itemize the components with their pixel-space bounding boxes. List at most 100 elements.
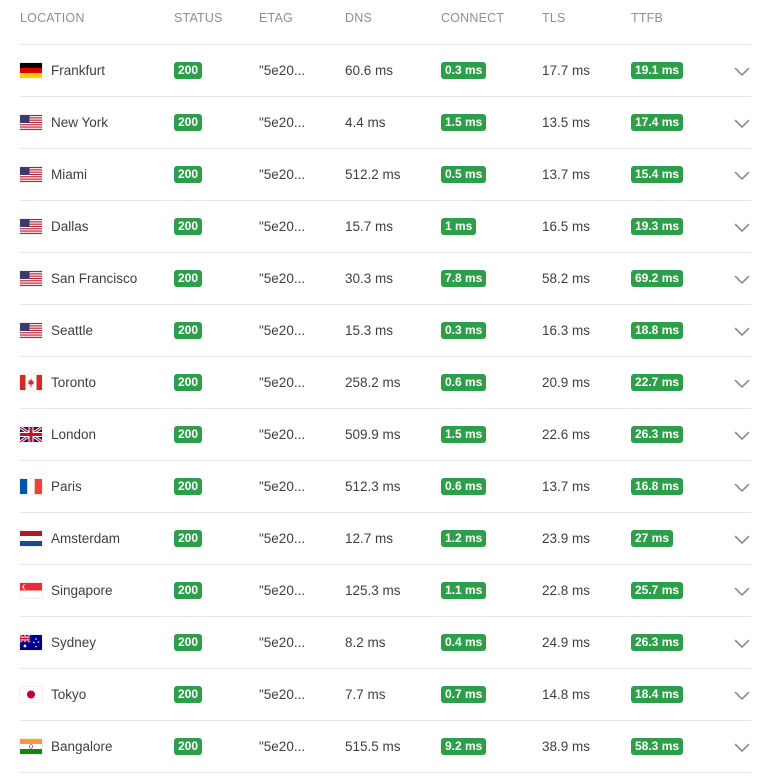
status-cell: 200 bbox=[174, 617, 203, 668]
table-row[interactable]: Amsterdam 200 "5e20... 12.7 ms 1.2 ms 23.9 ms… bbox=[20, 513, 751, 565]
in-flag-icon bbox=[20, 739, 42, 754]
ttfb-cell: 58.3 ms bbox=[631, 721, 684, 772]
connect-badge: 0.5 ms bbox=[441, 166, 487, 183]
table-row[interactable]: Frankfurt 200 "5e20... 60.6 ms 0.3 ms 17.7 ms… bbox=[20, 45, 751, 97]
etag-cell: "5e20... bbox=[259, 635, 306, 650]
status-badge: 200 bbox=[174, 62, 203, 79]
expand-button[interactable] bbox=[732, 201, 752, 252]
connect-cell: 0.3 ms bbox=[441, 45, 487, 96]
chevron-down-icon bbox=[734, 685, 750, 704]
expand-button[interactable] bbox=[732, 565, 752, 616]
expand-button[interactable] bbox=[732, 721, 752, 772]
status-badge: 200 bbox=[174, 374, 203, 391]
location-name: Amsterdam bbox=[51, 531, 121, 546]
expand-button[interactable] bbox=[732, 357, 752, 408]
dns-cell: 512.3 ms bbox=[345, 479, 401, 494]
expand-button[interactable] bbox=[732, 669, 752, 720]
table-row[interactable]: London 200 "5e20... 509.9 ms 1.5 ms 22.6 ms 26… bbox=[19, 409, 752, 461]
location-cell: London bbox=[19, 409, 96, 460]
connect-cell: 0.7 ms bbox=[441, 669, 487, 720]
location-cell: Sydney bbox=[19, 617, 97, 668]
status-cell: 200 bbox=[174, 45, 203, 96]
status-cell: 200 bbox=[174, 97, 203, 148]
expand-button[interactable] bbox=[732, 149, 752, 200]
tls-cell: 13.7 ms bbox=[542, 167, 591, 182]
table-row[interactable]: Seattle 200 "5e20... 15.3 ms 0.3 ms 16.3 ms 18… bbox=[20, 305, 751, 357]
dns-cell: 7.7 ms bbox=[345, 687, 386, 702]
tls-cell: 13.5 ms bbox=[542, 115, 591, 130]
fr-flag-icon bbox=[20, 479, 42, 494]
etag-cell: "5e20... bbox=[259, 323, 306, 338]
etag-cell: "5e20... bbox=[259, 739, 306, 754]
etag-cell: "5e20... bbox=[259, 531, 306, 546]
etag-cell: "5e20... bbox=[259, 583, 306, 598]
table-row[interactable]: Bangalore 200 "5e20... 515.5 ms 9.2 ms 38.9 m… bbox=[20, 721, 751, 773]
sg-flag-icon bbox=[20, 583, 42, 598]
connect-cell: 1.5 ms bbox=[441, 97, 487, 148]
us-flag-icon bbox=[20, 167, 42, 182]
connect-cell: 7.8 ms bbox=[441, 253, 487, 304]
expand-button[interactable] bbox=[732, 617, 752, 668]
tls-cell: 16.3 ms bbox=[542, 323, 591, 338]
chevron-down-icon bbox=[734, 61, 750, 80]
expand-button[interactable] bbox=[732, 97, 752, 148]
table-row[interactable]: Dallas 200 "5e20... 15.7 ms 1 ms 16.5 ms 19.3 … bbox=[20, 201, 751, 253]
table-row[interactable]: Singapore 200 "5e20... 125.3 ms 1.1 ms 22.8 m… bbox=[20, 565, 751, 617]
status-cell: 200 bbox=[174, 565, 203, 616]
status-badge: 200 bbox=[174, 530, 203, 547]
status-cell: 200 bbox=[174, 513, 203, 564]
ttfb-badge: 16.8 ms bbox=[631, 478, 684, 495]
chevron-down-icon bbox=[734, 737, 750, 756]
status-cell: 200 bbox=[174, 253, 203, 304]
table-row[interactable]: San Francisco 200 "5e20... 30.3 ms 7.8 ms 58.… bbox=[20, 253, 751, 305]
ttfb-badge: 27 ms bbox=[631, 530, 674, 547]
location-name: Dallas bbox=[51, 219, 89, 234]
expand-button[interactable] bbox=[732, 513, 752, 564]
chevron-down-icon bbox=[734, 633, 750, 652]
location-name: Frankfurt bbox=[51, 63, 106, 78]
expand-button[interactable] bbox=[732, 253, 752, 304]
tls-cell: 16.5 ms bbox=[542, 219, 591, 234]
chevron-down-icon bbox=[734, 321, 750, 340]
expand-button[interactable] bbox=[732, 409, 752, 460]
ttfb-badge: 19.3 ms bbox=[631, 218, 684, 235]
connect-badge: 1.1 ms bbox=[441, 582, 487, 599]
chevron-down-icon bbox=[734, 373, 750, 392]
connect-badge: 7.8 ms bbox=[441, 270, 487, 287]
connect-cell: 0.4 ms bbox=[441, 617, 487, 668]
dns-cell: 30.3 ms bbox=[345, 271, 394, 286]
connect-badge: 1 ms bbox=[441, 218, 477, 235]
header-ttfb: TTFB bbox=[631, 11, 664, 25]
expand-button[interactable] bbox=[732, 45, 752, 96]
location-name: New York bbox=[51, 115, 109, 130]
location-name: Paris bbox=[51, 479, 82, 494]
location-cell: Toronto bbox=[20, 357, 96, 408]
expand-button[interactable] bbox=[732, 305, 752, 356]
table-row[interactable]: Paris 200 "5e20... 512.3 ms 0.6 ms 13.7 ms 16.… bbox=[20, 461, 751, 513]
header-status: STATUS bbox=[174, 11, 223, 25]
chevron-down-icon bbox=[734, 217, 750, 236]
dns-cell: 512.2 ms bbox=[345, 167, 401, 182]
gb-flag-icon bbox=[19, 425, 43, 444]
location-name: Sydney bbox=[51, 635, 97, 650]
chevron-down-icon bbox=[734, 477, 750, 496]
connect-badge: 0.3 ms bbox=[441, 62, 487, 79]
chevron-down-icon bbox=[734, 269, 750, 288]
status-badge: 200 bbox=[174, 478, 203, 495]
etag-cell: "5e20... bbox=[259, 167, 306, 182]
expand-button[interactable] bbox=[732, 461, 752, 512]
ttfb-cell: 69.2 ms bbox=[631, 253, 684, 304]
location-cell: Bangalore bbox=[20, 721, 113, 772]
table-row[interactable]: Tokyo 200 "5e20... 7.7 ms 0.7 ms 14.8 ms 18.4 … bbox=[20, 669, 751, 721]
table-row[interactable]: New York 200 "5e20... 4.4 ms 1.5 ms 13.5 ms 17… bbox=[20, 97, 751, 149]
table-row[interactable]: Miami 200 "5e20... 512.2 ms 0.5 ms 13.7 ms 15.… bbox=[20, 149, 751, 201]
dns-cell: 8.2 ms bbox=[345, 635, 386, 650]
location-cell: Paris bbox=[20, 461, 82, 512]
table-row[interactable]: Sydney 200 "5e20... 8.2 ms 0.4 ms 24.9 ms 26.3… bbox=[19, 617, 752, 669]
tls-cell: 23.9 ms bbox=[542, 531, 591, 546]
table-row[interactable]: Toronto 200 "5e20... 258.2 ms 0.6 ms 20.9 ms 2… bbox=[20, 357, 751, 409]
connect-badge: 0.4 ms bbox=[441, 634, 487, 651]
ca-flag-icon bbox=[20, 375, 42, 390]
connect-cell: 1.5 ms bbox=[441, 409, 487, 460]
dns-cell: 60.6 ms bbox=[345, 63, 394, 78]
